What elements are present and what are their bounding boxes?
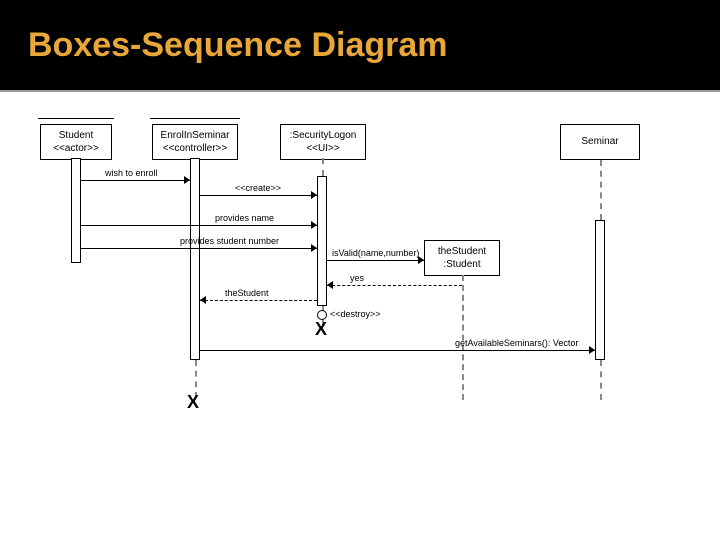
m2-arrow xyxy=(200,195,317,196)
slide-header: Boxes-Sequence Diagram xyxy=(0,0,720,90)
student-topbar xyxy=(38,118,114,119)
m8-label: <<destroy>> xyxy=(330,309,381,319)
m4-head xyxy=(311,244,317,252)
security-destroy-x: X xyxy=(315,319,327,340)
m7-head xyxy=(200,296,206,304)
m6-arrow xyxy=(327,285,462,286)
student-box: Student <<actor>> xyxy=(40,124,112,160)
m1-arrow xyxy=(81,180,190,181)
student-stereotype: <<actor>> xyxy=(47,142,105,155)
student-name: Student xyxy=(47,129,105,142)
m3-head xyxy=(311,221,317,229)
seminar-lifeline xyxy=(600,160,602,220)
m4-label: provides student number xyxy=(180,236,279,246)
m3-arrow xyxy=(81,225,317,226)
thestudent-box: theStudent :Student xyxy=(424,240,500,276)
seminar-activation xyxy=(595,220,605,360)
header-underline xyxy=(0,90,720,92)
security-activation xyxy=(317,176,327,306)
security-name: :SecurityLogon xyxy=(287,129,359,142)
m9-arrow xyxy=(200,350,595,351)
enroll-destroy-x: X xyxy=(187,392,199,413)
security-box: :SecurityLogon <<UI>> xyxy=(280,124,366,160)
seminar-box: Seminar xyxy=(560,124,640,160)
enroll-topbar xyxy=(150,118,240,119)
m6-label: yes xyxy=(350,273,364,283)
m7-label: theStudent xyxy=(225,288,269,298)
thestudent-type: :Student xyxy=(431,258,493,271)
m2-label: <<create>> xyxy=(235,183,281,193)
m5-arrow xyxy=(327,260,424,261)
enroll-stereotype: <<controller>> xyxy=(159,142,231,155)
m4-arrow xyxy=(81,248,317,249)
m1-head xyxy=(184,176,190,184)
slide-title: Boxes-Sequence Diagram xyxy=(28,26,448,65)
m7-arrow xyxy=(200,300,317,301)
m1-label: wish to enroll xyxy=(105,168,158,178)
student-activation xyxy=(71,158,81,263)
m5-label: isValid(name,number) xyxy=(332,248,419,258)
security-stereotype: <<UI>> xyxy=(287,142,359,155)
m2-head xyxy=(311,191,317,199)
seminar-lifeline2 xyxy=(600,360,602,400)
m9-head xyxy=(589,346,595,354)
thestudent-name: theStudent xyxy=(431,245,493,258)
seminar-name: Seminar xyxy=(567,135,633,148)
security-lifeline xyxy=(322,158,324,176)
m3-label: provides name xyxy=(215,213,274,223)
m6-head xyxy=(327,281,333,289)
sequence-diagram: Student <<actor>> EnrolInSeminar <<contr… xyxy=(0,100,720,440)
m9-label: getAvailableSeminars(): Vector xyxy=(455,338,578,348)
enroll-name: EnrolInSeminar xyxy=(159,129,231,142)
enroll-box: EnrolInSeminar <<controller>> xyxy=(152,124,238,160)
enroll-activation xyxy=(190,158,200,360)
